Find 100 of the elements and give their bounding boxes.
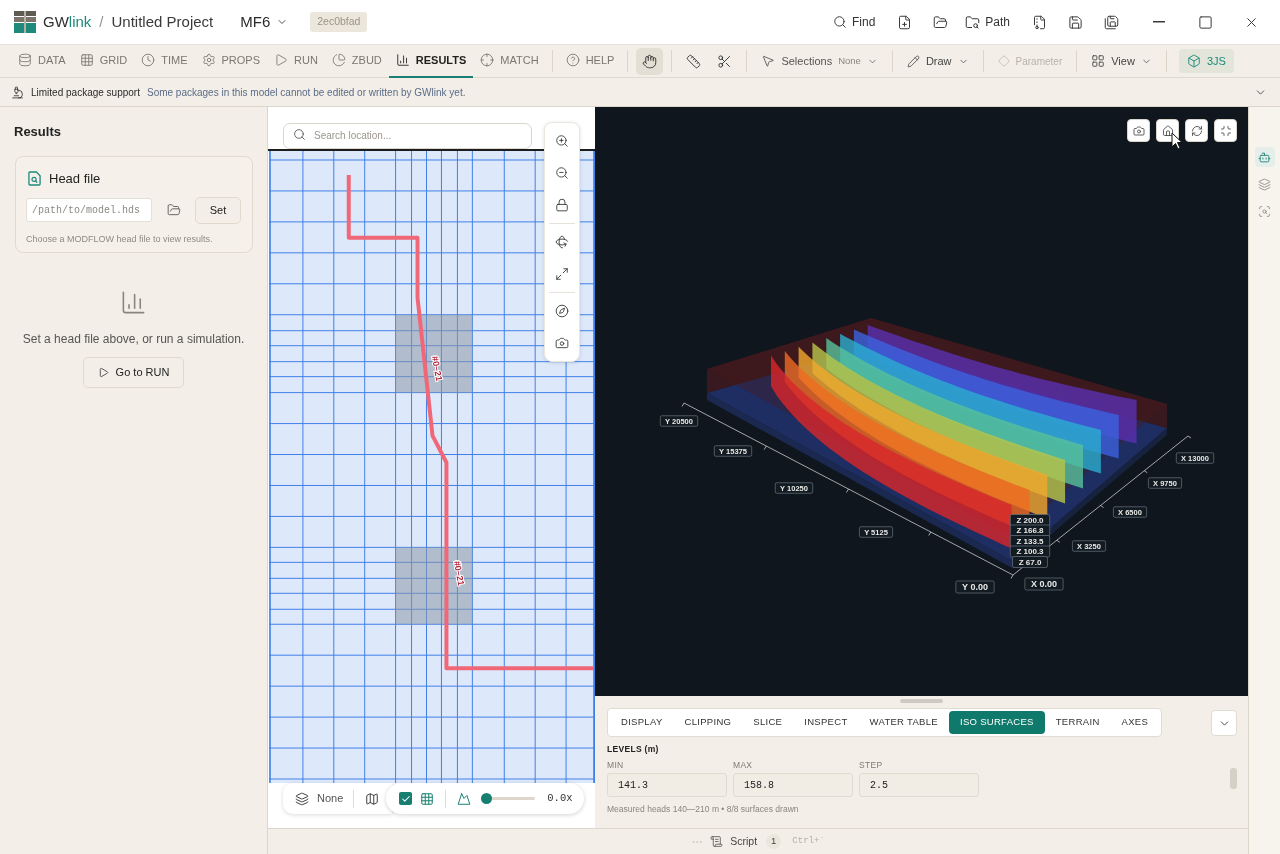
- surfaces-summary: Measured heads 140—210 m • 8/8 surfaces drawn: [607, 804, 800, 814]
- level-field[interactable]: 158.8: [733, 773, 853, 797]
- set-button[interactable]: Set: [195, 196, 241, 224]
- nav-tab[interactable]: RUN: [267, 44, 325, 78]
- browse-folder-button[interactable]: [166, 202, 182, 218]
- pointer-icon: [761, 54, 776, 68]
- settings-tab[interactable]: ISO SURFACES: [948, 711, 1045, 734]
- head-file-hint: Choose a MODFLOW head file to view results.: [26, 232, 214, 246]
- draw-dropdown[interactable]: Draw: [898, 52, 977, 70]
- pencil-icon: [906, 54, 920, 68]
- mountain-icon: [457, 791, 472, 806]
- bar-chart-icon: [120, 289, 147, 316]
- exaggeration-slider[interactable]: [481, 792, 536, 805]
- check-icon: [400, 793, 411, 804]
- boundary-label: #0–21: [451, 560, 467, 587]
- exaggeration-reading: 0.0x: [547, 790, 573, 806]
- grid-icon: [420, 791, 435, 806]
- field-label: MAX: [733, 760, 754, 770]
- pie-chart-icon: [331, 53, 346, 67]
- gear-icon: [201, 53, 216, 67]
- maximize-icon: [1197, 14, 1213, 30]
- axis-label: Y 0.00: [955, 580, 995, 594]
- view-dropdown[interactable]: View: [1083, 52, 1160, 70]
- settings-tab[interactable]: TERRAIN: [1044, 711, 1111, 734]
- shrink-icon: [1219, 124, 1232, 137]
- settings-tab[interactable]: CLIPPING: [673, 711, 743, 734]
- level-field[interactable]: 2.5: [859, 773, 979, 797]
- diamond-icon: [997, 55, 1010, 67]
- file-search-icon: [28, 171, 41, 187]
- level-field[interactable]: 141.3: [607, 773, 727, 797]
- scissors-icon: [717, 53, 733, 69]
- reset-view-button[interactable]: [1185, 119, 1208, 142]
- hand-icon: [642, 53, 658, 69]
- nav-tab[interactable]: DATA: [11, 44, 73, 78]
- cube-icon: [1186, 54, 1201, 68]
- show-grid-checkbox[interactable]: [399, 792, 413, 805]
- nav-tab[interactable]: HELP: [558, 44, 622, 78]
- path-button[interactable]: Path: [965, 13, 1010, 31]
- selections-dropdown[interactable]: Selections None: [753, 52, 886, 70]
- map-button[interactable]: [364, 790, 381, 807]
- empty-state-message: Set a head file above, or run a simulation.: [22, 331, 245, 348]
- settings-tab[interactable]: DISPLAY: [610, 711, 674, 734]
- minimize-icon: [1153, 21, 1165, 23]
- nav-tab[interactable]: PROPS: [194, 44, 267, 78]
- commit-badge: 2ec0bfad: [310, 12, 368, 32]
- basemap-button[interactable]: None: [295, 790, 344, 807]
- notice-title: Limited package support: [31, 85, 140, 100]
- head-file-path-field[interactable]: /path/to/model.hds: [26, 198, 152, 222]
- settings-tab[interactable]: INSPECT: [793, 711, 859, 734]
- database-icon: [18, 53, 32, 67]
- scan-icon: [1258, 204, 1271, 218]
- play-icon: [97, 367, 109, 378]
- search-location-field[interactable]: Search location...: [283, 122, 532, 149]
- house-icon: [1161, 124, 1174, 137]
- find-button[interactable]: Find: [832, 13, 876, 31]
- crosshair-icon: [480, 53, 495, 67]
- bar-chart-icon: [395, 53, 410, 67]
- notice-message: Some packages in this model cannot be edited or written by GWlink yet.: [146, 85, 466, 100]
- folder-icon: [932, 14, 948, 30]
- nav-tab[interactable]: ZBUD: [324, 44, 389, 78]
- scroll-thumb[interactable]: [1230, 768, 1237, 789]
- grid-icon: [79, 53, 94, 67]
- folder-icon: [167, 203, 181, 217]
- settings-tab[interactable]: AXES: [1110, 711, 1160, 734]
- ruler-icon: [686, 53, 702, 69]
- card-title: Head file: [49, 170, 101, 188]
- zoom-out-icon: [555, 166, 569, 180]
- nav-tab[interactable]: MATCH: [473, 44, 546, 78]
- drag-handle[interactable]: [900, 699, 943, 703]
- script-label[interactable]: Script: [730, 833, 758, 850]
- boundary-label: #0–21: [430, 355, 445, 382]
- search-icon: [293, 128, 306, 141]
- hand-tool-button[interactable]: [636, 47, 664, 75]
- go-to-run-button[interactable]: Go to RUN: [82, 357, 185, 388]
- assistant-button[interactable]: [1254, 147, 1275, 167]
- play-icon: [274, 53, 288, 67]
- axis-label: Z 100.3: [1009, 545, 1051, 558]
- app-name: GWlink: [43, 11, 92, 32]
- search-icon: [832, 15, 847, 29]
- script-icon: [710, 835, 724, 848]
- folder-search-icon: [965, 14, 981, 30]
- settings-tab[interactable]: WATER TABLE: [858, 711, 949, 734]
- model-dropdown[interactable]: MF6: [240, 10, 289, 34]
- help-icon: [565, 53, 580, 67]
- expand-icon: [555, 267, 569, 281]
- settings-tab[interactable]: SLICE: [742, 711, 794, 734]
- file-archive-icon: [1031, 14, 1047, 30]
- axis-label: Z 67.0: [1012, 556, 1048, 568]
- save-icon: [1067, 14, 1083, 30]
- breadcrumb-separator: /: [99, 11, 104, 32]
- nav-tab[interactable]: TIME: [134, 44, 195, 78]
- layers-icon: [1258, 177, 1271, 191]
- app-logo: [14, 11, 36, 33]
- screenshot-button[interactable]: [1127, 119, 1150, 142]
- nav-tab[interactable]: GRID: [72, 44, 135, 78]
- clock-icon: [141, 53, 156, 67]
- exit-fullscreen-button[interactable]: [1214, 119, 1237, 142]
- mouse-cursor-icon: [1171, 132, 1183, 150]
- rotate-3d-icon: [555, 235, 569, 249]
- save-all-icon: [1103, 14, 1119, 30]
